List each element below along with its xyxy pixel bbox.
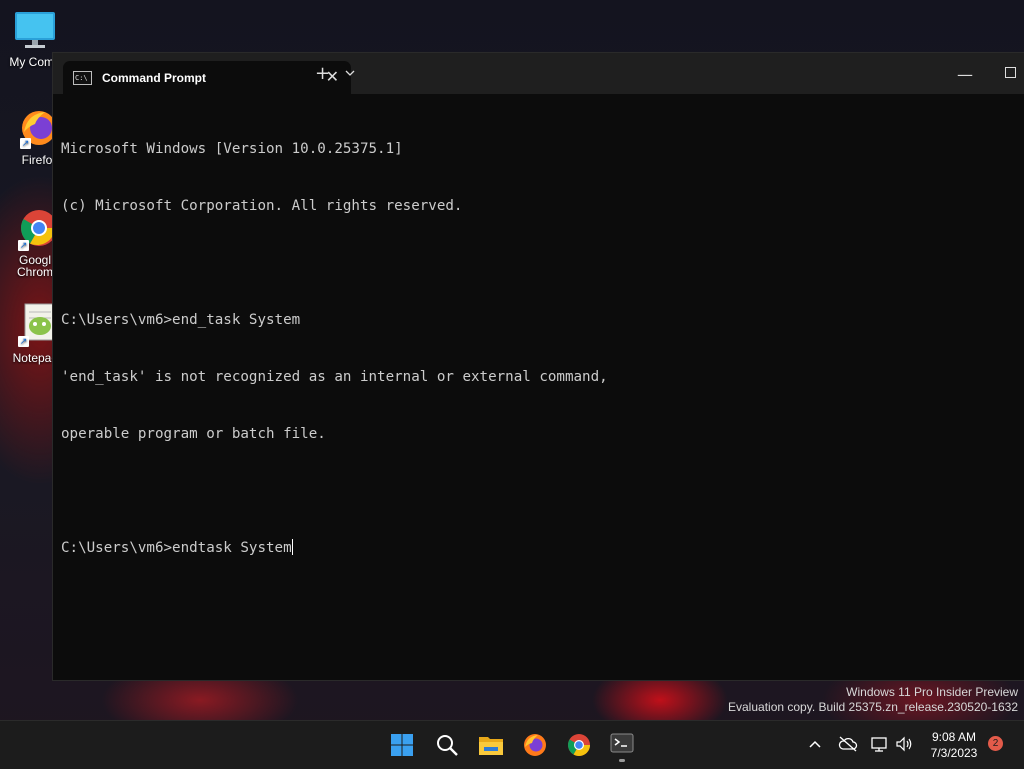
clock-date: 7/3/2023 xyxy=(930,746,978,760)
active-app-indicator xyxy=(619,759,625,762)
cmd-icon: C:\ xyxy=(73,70,92,85)
chrome-icon[interactable] xyxy=(566,732,592,758)
tab-command-prompt[interactable]: C:\ Command Prompt ✕ xyxy=(63,61,351,94)
cloud-offline-icon[interactable] xyxy=(838,736,858,752)
search-icon[interactable] xyxy=(435,733,459,757)
terminal-window[interactable]: C:\ Command Prompt ✕ + — Microsoft Windo… xyxy=(52,52,1024,681)
terminal-icon[interactable] xyxy=(610,733,634,755)
chevron-down-icon[interactable] xyxy=(343,66,357,80)
console-prompt-line[interactable]: C:\Users\vm6>endtask System xyxy=(61,539,1024,558)
network-icon[interactable] xyxy=(871,736,889,752)
console-line: Microsoft Windows [Version 10.0.25375.1] xyxy=(61,141,403,157)
chevron-up-icon[interactable] xyxy=(808,738,822,750)
shortcut-arrow-icon: ↗ xyxy=(18,240,29,251)
maximize-button[interactable] xyxy=(1005,67,1016,78)
taskbar: 9:08 AM 7/3/2023 xyxy=(0,720,1024,769)
shortcut-arrow-icon: ↗ xyxy=(18,336,29,347)
minimize-button[interactable]: — xyxy=(957,65,973,84)
firefox-icon[interactable] xyxy=(522,732,548,758)
tab-title: Command Prompt xyxy=(102,70,207,85)
console-line: operable program or batch file. xyxy=(61,426,326,442)
monitor-icon xyxy=(15,12,55,48)
volume-icon[interactable] xyxy=(895,736,913,752)
console-line: C:\Users\vm6>end_task System xyxy=(61,312,301,328)
new-tab-button[interactable]: + xyxy=(315,65,330,83)
clock-time: 9:08 AM xyxy=(931,730,977,744)
notification-badge[interactable]: 2 xyxy=(988,736,1003,751)
watermark-line: Windows 11 Pro Insider Preview xyxy=(846,685,1018,699)
shortcut-arrow-icon: ↗ xyxy=(20,138,31,149)
console-line: 'end_task' is not recognized as an inter… xyxy=(61,369,608,385)
console-line: (c) Microsoft Corporation. All rights re… xyxy=(61,198,463,214)
watermark-line: Evaluation copy. Build 25375.zn_release.… xyxy=(728,700,1018,714)
console-input[interactable]: C:\Users\vm6>endtask System xyxy=(61,540,292,556)
file-explorer-icon[interactable] xyxy=(478,733,504,757)
console-output[interactable]: Microsoft Windows [Version 10.0.25375.1]… xyxy=(61,102,1024,596)
system-clock[interactable]: 9:08 AM 7/3/2023 xyxy=(922,729,986,761)
start-icon[interactable] xyxy=(390,733,414,757)
evaluation-watermark: Windows 11 Pro Insider Preview Evaluatio… xyxy=(728,685,1018,715)
text-cursor xyxy=(291,539,293,555)
title-bar[interactable]: C:\ Command Prompt ✕ + — xyxy=(53,53,1024,94)
